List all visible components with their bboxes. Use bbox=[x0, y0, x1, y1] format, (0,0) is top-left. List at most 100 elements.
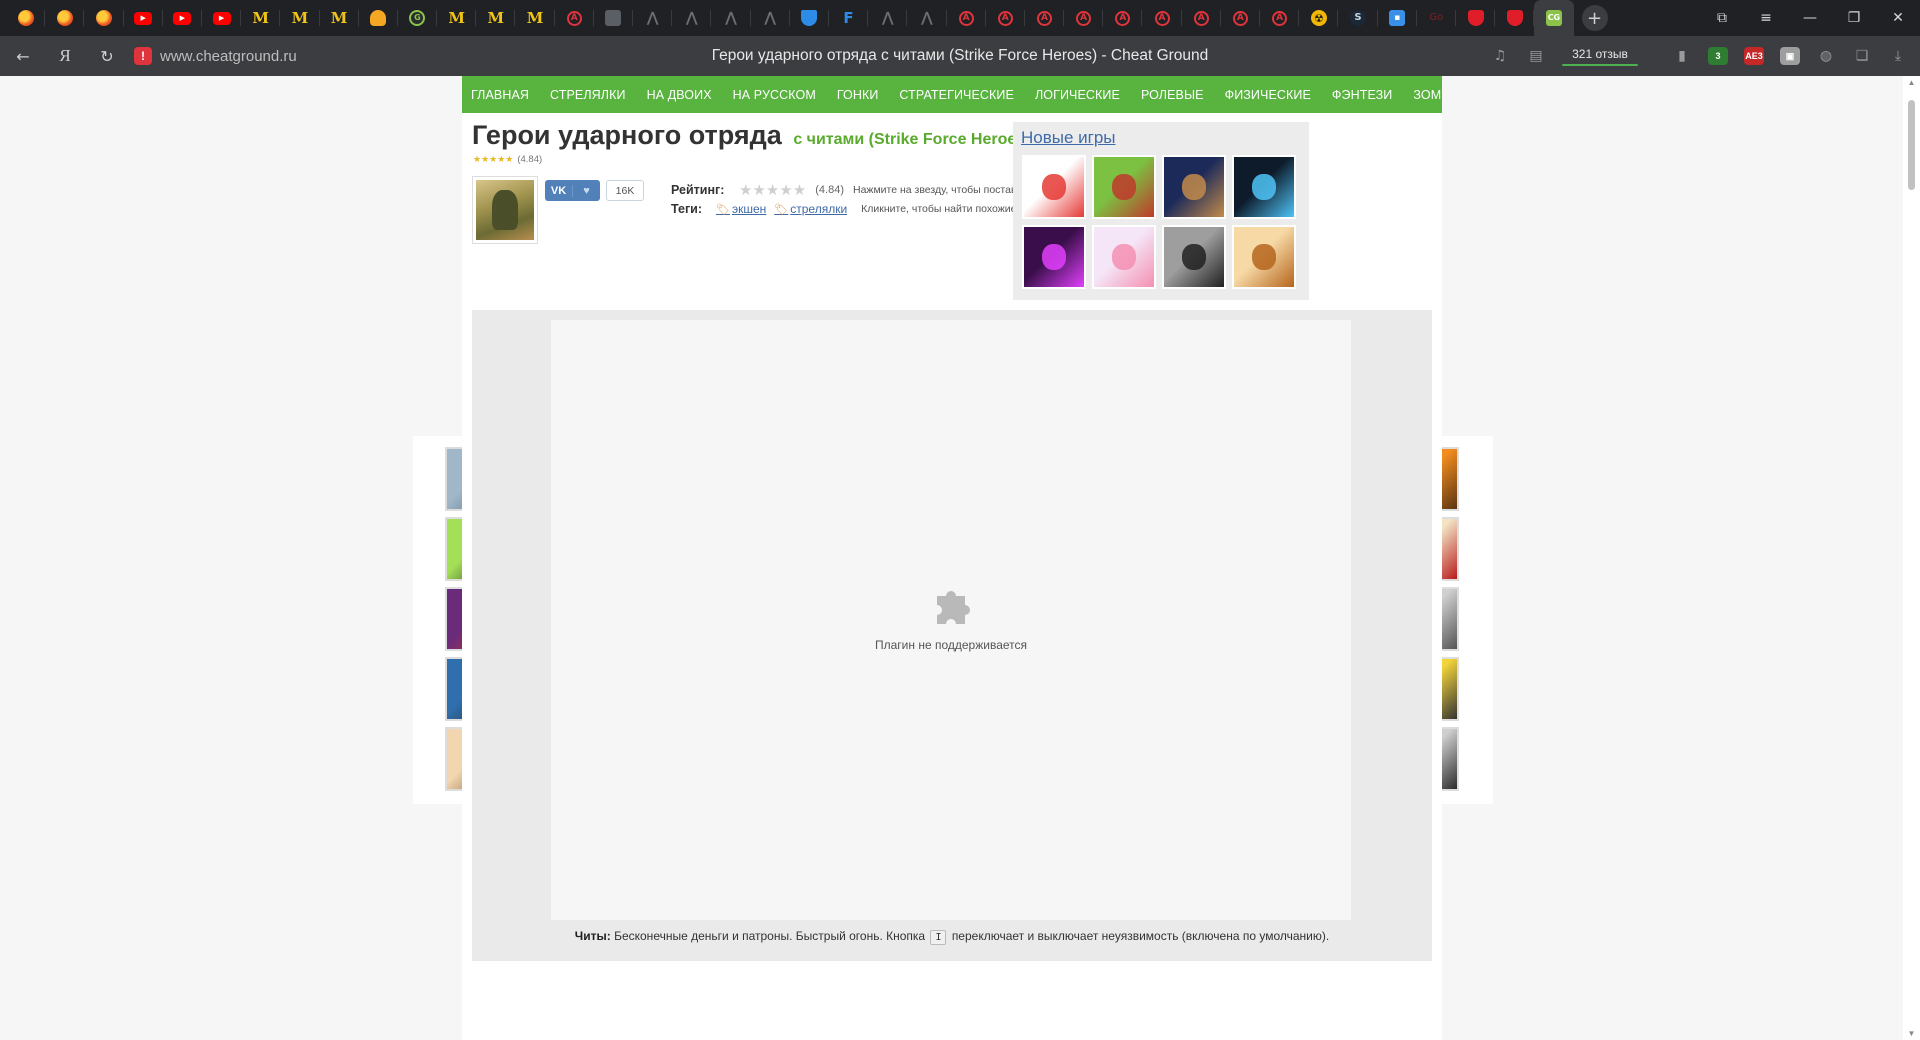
browser-tab[interactable]: ▶ bbox=[163, 0, 202, 36]
browser-tab[interactable]: F bbox=[829, 0, 869, 36]
game-tile-tomato[interactable] bbox=[1022, 155, 1086, 219]
browser-tab[interactable]: M bbox=[280, 0, 320, 36]
browser-tab[interactable]: M bbox=[320, 0, 359, 36]
browser-tab[interactable]: A bbox=[1182, 0, 1221, 36]
scroll-down-icon[interactable]: ▼ bbox=[1903, 1029, 1920, 1038]
browser-tab-bar: ▶ ▶ ▶ M M M G M M M A ⋀ ⋀ ⋀ ⋀ F ⋀ ⋀ A A A A A A A A A ☢ S ▪ Go CG + ⧉ ≡… bbox=[0, 0, 1920, 36]
browser-tab[interactable]: A bbox=[1103, 0, 1143, 36]
nav-item[interactable]: ЗОМБИ bbox=[1413, 88, 1442, 102]
tab-arrow-icon: ⋀ bbox=[881, 10, 894, 26]
browser-tab[interactable] bbox=[359, 0, 398, 36]
browser-tab[interactable]: ▶ bbox=[202, 0, 242, 36]
browser-tab[interactable]: ⋀ bbox=[633, 0, 673, 36]
reader-mode-icon[interactable]: ▤ bbox=[1518, 48, 1554, 64]
browser-tab[interactable]: A bbox=[555, 0, 594, 36]
game-tile-neon-cat[interactable] bbox=[1022, 225, 1086, 289]
browser-tab[interactable] bbox=[6, 0, 46, 36]
browser-tab[interactable]: M bbox=[437, 0, 477, 36]
browser-tab[interactable]: A bbox=[947, 0, 986, 36]
browser-tab[interactable]: A bbox=[1260, 0, 1300, 36]
browser-tab[interactable]: A bbox=[1064, 0, 1104, 36]
browser-tab[interactable]: CG bbox=[1534, 0, 1574, 36]
restore-button[interactable]: ❐ bbox=[1832, 10, 1876, 26]
browser-tab[interactable]: ⋀ bbox=[751, 0, 790, 36]
close-button[interactable]: ✕ bbox=[1876, 10, 1920, 26]
plugin-puzzle-icon bbox=[937, 591, 970, 624]
browser-tab[interactable]: M bbox=[476, 0, 516, 36]
extension-icon[interactable]: ▣ bbox=[1780, 47, 1800, 65]
browser-tab[interactable]: ▶ bbox=[124, 0, 163, 36]
url-text[interactable]: www.cheatground.ru bbox=[160, 48, 297, 65]
browser-tab[interactable] bbox=[1456, 0, 1496, 36]
nav-item[interactable]: РОЛЕВЫЕ bbox=[1141, 88, 1204, 102]
new-games-title[interactable]: Новые игры bbox=[1021, 128, 1116, 148]
browser-tab[interactable]: G bbox=[398, 0, 438, 36]
collections-icon[interactable]: ❏ bbox=[1844, 48, 1880, 64]
game-tile-moto-robot[interactable] bbox=[1232, 155, 1296, 219]
game-tile-dirt-bike[interactable] bbox=[1232, 225, 1296, 289]
tag-action[interactable]: 🏷 экшен bbox=[716, 202, 766, 216]
nav-item[interactable]: ФИЗИЧЕСКИЕ bbox=[1225, 88, 1311, 102]
browser-tab[interactable]: ⋀ bbox=[711, 0, 751, 36]
browser-tab[interactable]: M bbox=[515, 0, 555, 36]
game-tile-pig-magic[interactable] bbox=[1092, 225, 1156, 289]
browser-tab[interactable] bbox=[594, 0, 633, 36]
nav-item[interactable]: ФЭНТЕЗИ bbox=[1332, 88, 1392, 102]
browser-tab[interactable]: ⋀ bbox=[907, 0, 947, 36]
page-scrollbar[interactable]: ▲ ▼ bbox=[1903, 76, 1920, 1040]
browser-tab[interactable]: Go bbox=[1417, 0, 1456, 36]
tab-shield-icon bbox=[801, 10, 818, 26]
game-tile-mushroom[interactable] bbox=[1092, 155, 1156, 219]
yandex-logo-icon[interactable]: Я bbox=[44, 36, 86, 76]
tag-shooters[interactable]: 🏷 стрелялки bbox=[774, 202, 847, 216]
reload-button[interactable]: ↻ bbox=[86, 36, 128, 76]
browser-tab[interactable] bbox=[84, 0, 124, 36]
scroll-up-icon[interactable]: ▲ bbox=[1903, 78, 1920, 87]
vpn-globe-icon[interactable]: ◍ bbox=[1808, 48, 1844, 64]
browser-tab[interactable]: A bbox=[1142, 0, 1182, 36]
page-viewport: ГЛАВНАЯ СТРЕЛЯЛКИ НА ДВОИХ НА РУССКОМ ГОНКИ С… bbox=[0, 76, 1920, 1040]
browser-tab[interactable]: S bbox=[1338, 0, 1378, 36]
browser-tab[interactable] bbox=[1495, 0, 1535, 36]
minimize-button[interactable]: — bbox=[1788, 10, 1832, 26]
game-tile-hand-bars[interactable] bbox=[1162, 155, 1226, 219]
adguard-extension-icon[interactable]: 3 bbox=[1708, 47, 1728, 65]
browser-tab[interactable]: ☢ bbox=[1299, 0, 1339, 36]
nav-item[interactable]: СТРАТЕГИЧЕСКИЕ bbox=[899, 88, 1014, 102]
nav-item[interactable]: СТРЕЛЯЛКИ bbox=[550, 88, 626, 102]
vk-like-button[interactable]: VK ♥ bbox=[545, 180, 600, 201]
browser-tab[interactable]: A bbox=[1221, 0, 1260, 36]
nav-item[interactable]: ГОНКИ bbox=[837, 88, 879, 102]
game-thumbnail-image bbox=[476, 180, 534, 240]
menu-icon[interactable]: ≡ bbox=[1744, 10, 1788, 26]
browser-tab[interactable]: ⋀ bbox=[868, 0, 908, 36]
bookmark-icon[interactable]: ▮ bbox=[1664, 48, 1700, 64]
new-tab-button[interactable]: + bbox=[1581, 5, 1608, 31]
rating-stars[interactable]: ★★★★★ bbox=[739, 181, 806, 199]
browser-tab[interactable] bbox=[790, 0, 829, 36]
nav-item[interactable]: НА РУССКОМ bbox=[733, 88, 816, 102]
back-button[interactable]: ← bbox=[2, 36, 44, 76]
downloads-icon[interactable]: ⤓ bbox=[1880, 48, 1916, 64]
browser-tab[interactable] bbox=[45, 0, 85, 36]
nav-item[interactable]: ЛОГИЧЕСКИЕ bbox=[1035, 88, 1120, 102]
game-tile-soldier-run[interactable] bbox=[1162, 225, 1226, 289]
browser-tab[interactable]: A bbox=[986, 0, 1025, 36]
url-box[interactable]: ! www.cheatground.ru bbox=[134, 43, 297, 69]
main-navigation: ГЛАВНАЯ СТРЕЛЯЛКИ НА ДВОИХ НА РУССКОМ ГОНКИ С… bbox=[462, 76, 1442, 113]
insecure-warning-icon[interactable]: ! bbox=[134, 47, 152, 65]
nav-item[interactable]: ГЛАВНАЯ bbox=[471, 88, 529, 102]
tabs-manager-icon[interactable]: ⧉ bbox=[1700, 10, 1744, 26]
game-title-subtitle: с читами (Strike Force Heroes) bbox=[793, 131, 1031, 148]
nav-item[interactable]: НА ДВОИХ bbox=[647, 88, 712, 102]
browser-tab[interactable]: A bbox=[1025, 0, 1065, 36]
game-player[interactable]: Плагин не поддерживается bbox=[551, 320, 1351, 920]
scrollbar-thumb[interactable] bbox=[1908, 100, 1915, 190]
reviews-widget[interactable]: 321 отзыв bbox=[1562, 47, 1638, 66]
browser-tab[interactable]: ▪ bbox=[1378, 0, 1417, 36]
headphones-icon[interactable]: ♫ bbox=[1482, 48, 1518, 64]
ae-extension-icon[interactable]: AE3 bbox=[1744, 47, 1764, 65]
tab-arrow-icon: ⋀ bbox=[646, 10, 659, 26]
browser-tab[interactable]: M bbox=[241, 0, 281, 36]
browser-tab[interactable]: ⋀ bbox=[672, 0, 712, 36]
